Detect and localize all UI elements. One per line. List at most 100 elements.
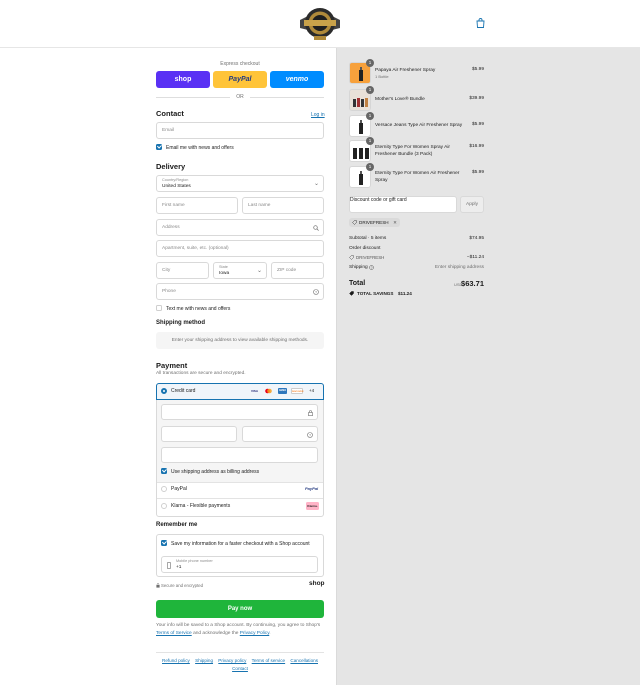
tag-icon [349, 291, 354, 296]
phone-field[interactable]: Phone ? [156, 283, 324, 300]
store-logo[interactable] [298, 6, 342, 42]
country-value: United States [162, 184, 191, 189]
discount-placeholder: Discount code or gift card [350, 197, 407, 203]
svg-text:?: ? [371, 266, 373, 270]
shipping-label: Shipping [349, 265, 368, 270]
discover-icon: DISCOVER [291, 388, 303, 394]
country-label: Country/Region [162, 178, 189, 182]
paypal-label: PayPal [171, 486, 187, 492]
shipping-method-notice: Enter your shipping address to view avai… [156, 332, 324, 349]
credit-card-radio[interactable] [161, 388, 167, 394]
item-name: Eternity Type For Women Air Freshener Sp… [375, 171, 460, 183]
divider [156, 652, 324, 653]
first-name-field[interactable]: First name [156, 197, 238, 214]
item-name: Papaya Air Freshener Spray [375, 68, 436, 73]
terms-link[interactable]: Terms of Service [156, 631, 192, 636]
card-number-field[interactable] [161, 404, 318, 420]
quantity-badge: 1 [366, 86, 374, 94]
amex-icon: AMEX [278, 388, 287, 394]
venmo-button[interactable]: venmo [270, 71, 324, 88]
state-value: Iowa [219, 271, 230, 276]
legal-text-1: Your info will be saved to a Shop accoun… [156, 623, 321, 628]
city-placeholder: City [162, 268, 171, 273]
spray-bottle-icon [359, 171, 363, 185]
spray-bottle-icon [359, 67, 363, 81]
pay-now-button[interactable]: Pay now [156, 600, 324, 618]
zip-field[interactable]: ZIP code [271, 262, 324, 279]
state-select[interactable]: State Iowa ⌄ [213, 262, 267, 279]
shipping-value: Enter shipping address [434, 265, 484, 270]
shipping-link[interactable]: Shipping [195, 658, 213, 663]
total-savings-label: TOTAL SAVINGS [357, 291, 394, 296]
contact-title: Contact [156, 109, 184, 118]
email-news-checkbox[interactable] [156, 144, 162, 150]
discount-value: −$11.24 [466, 255, 484, 260]
paypal-button[interactable]: PayPal [213, 71, 267, 88]
email-placeholder: Email [162, 128, 174, 133]
privacy-link[interactable]: Privacy Policy [240, 631, 270, 636]
divider [157, 482, 323, 483]
or-separator: OR [236, 94, 244, 100]
mobile-phone-field[interactable]: Mobile phone number +1 [161, 556, 318, 573]
shipping-method-title: Shipping method [156, 320, 205, 326]
privacy-policy-link[interactable]: Privacy policy [218, 658, 246, 663]
last-name-field[interactable]: Last name [242, 197, 324, 214]
total-label: Total [349, 280, 366, 287]
zip-placeholder: ZIP code [277, 268, 297, 273]
header [0, 0, 640, 48]
discount-code-field[interactable]: Discount code or gift card [349, 196, 457, 213]
remove-discount-icon[interactable]: ✕ [393, 218, 397, 227]
visa-icon: VISA [250, 389, 258, 393]
paypal-radio[interactable] [161, 486, 167, 492]
subtotal-label: Subtotal · 5 items [349, 236, 387, 241]
refund-policy-link[interactable]: Refund policy [162, 658, 190, 663]
klarna-radio[interactable] [161, 503, 167, 509]
shop-pay-button[interactable]: shop [156, 71, 210, 88]
login-link[interactable]: Log in [311, 112, 325, 118]
phone-placeholder: Phone [162, 289, 176, 294]
more-cards-badge: +4 [309, 388, 315, 393]
expiration-field[interactable] [161, 426, 237, 442]
email-field[interactable]: Email [156, 122, 324, 139]
express-checkout-title: Express checkout [220, 61, 260, 67]
text-news-checkbox[interactable] [156, 305, 162, 311]
subtotal-value: $74.95 [469, 236, 484, 241]
terms-of-service-link[interactable]: Terms of service [252, 658, 285, 663]
shopping-bag-icon[interactable] [476, 18, 485, 28]
shop-logo: shop [309, 580, 325, 587]
footer-links: Refund policy Shipping Privacy policy Te… [156, 657, 324, 673]
help-icon[interactable]: ? [313, 289, 319, 295]
save-info-checkbox[interactable] [161, 540, 167, 546]
help-icon[interactable]: ? [307, 432, 313, 438]
apartment-field[interactable]: Apartment, suite, etc. (optional) [156, 240, 324, 257]
billing-same-checkbox[interactable] [161, 468, 167, 474]
search-icon [313, 225, 319, 231]
chevron-down-icon: ⌄ [256, 268, 262, 274]
address-placeholder: Address [162, 225, 180, 230]
item-variant: 1 Bottle [375, 74, 389, 79]
last-name-placeholder: Last name [248, 203, 271, 208]
save-info-label: Save my information for a faster checkou… [171, 541, 310, 547]
discount-chip: DRIVEFRESH ✕ [349, 218, 400, 227]
payment-title: Payment [156, 361, 188, 370]
klarna-label: Klarna - Flexible payments [171, 503, 231, 509]
help-icon[interactable]: ? [369, 265, 374, 270]
apartment-placeholder: Apartment, suite, etc. (optional) [162, 246, 229, 251]
city-field[interactable]: City [156, 262, 209, 279]
divider [157, 498, 323, 499]
item-price: $5.99 [471, 170, 484, 175]
apply-discount-button[interactable]: Apply [460, 196, 484, 213]
cancellations-link[interactable]: Cancellations [290, 658, 318, 663]
security-code-field[interactable]: ? [242, 426, 318, 442]
klarna-logo: Klarna. [306, 502, 319, 510]
address-field[interactable]: Address [156, 219, 324, 236]
payment-subtitle: All transactions are secure and encrypte… [156, 371, 246, 376]
country-select[interactable]: Country/Region United States ⌄ [156, 175, 324, 192]
spray-bottles-icon [353, 148, 369, 159]
secure-label: Secure and encrypted [161, 583, 204, 588]
contact-link[interactable]: Contact [232, 666, 248, 671]
quantity-badge: 1 [366, 59, 374, 67]
total-value: $63.71 [461, 279, 484, 288]
mobile-label: Mobile phone number [176, 559, 213, 563]
name-on-card-field[interactable] [161, 447, 318, 463]
